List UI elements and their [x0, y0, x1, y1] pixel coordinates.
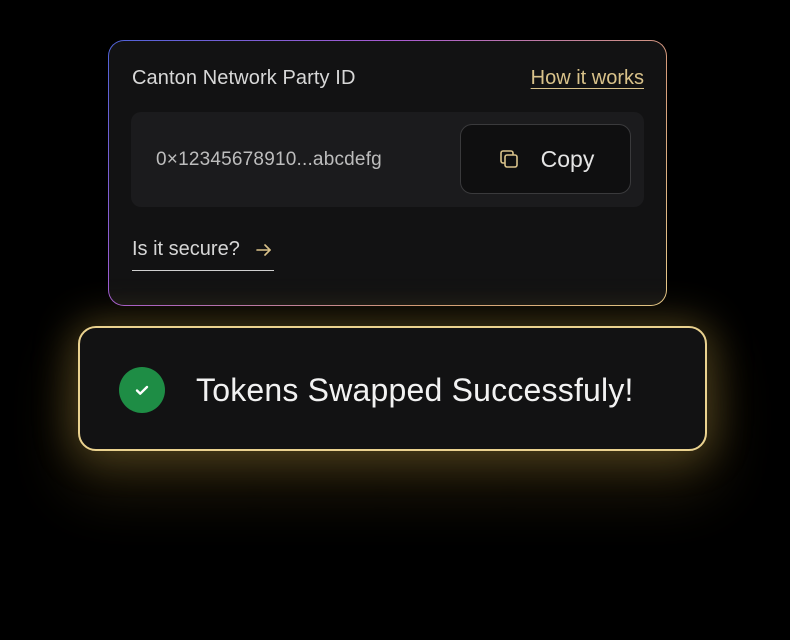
success-toast: Tokens Swapped Successfuly!	[78, 326, 707, 451]
party-id-value: 0×12345678910...abcdefg	[156, 149, 382, 170]
toast-message: Tokens Swapped Successfuly!	[196, 372, 634, 408]
is-it-secure-link[interactable]: Is it secure?	[132, 238, 274, 271]
is-it-secure-label: Is it secure?	[132, 238, 240, 260]
page: Canton Network Party ID How it works 0×1…	[0, 0, 790, 640]
check-circle-icon	[119, 367, 165, 413]
copy-button[interactable]: Copy	[460, 124, 631, 194]
how-it-works-link[interactable]: How it works	[531, 67, 644, 90]
copy-button-label: Copy	[540, 145, 595, 172]
party-id-field: 0×12345678910...abcdefg Copy	[131, 112, 644, 207]
party-id-card: Canton Network Party ID How it works 0×1…	[108, 40, 667, 306]
copy-icon	[497, 147, 521, 171]
card-title: Canton Network Party ID	[132, 67, 356, 89]
arrow-right-icon	[254, 240, 274, 260]
